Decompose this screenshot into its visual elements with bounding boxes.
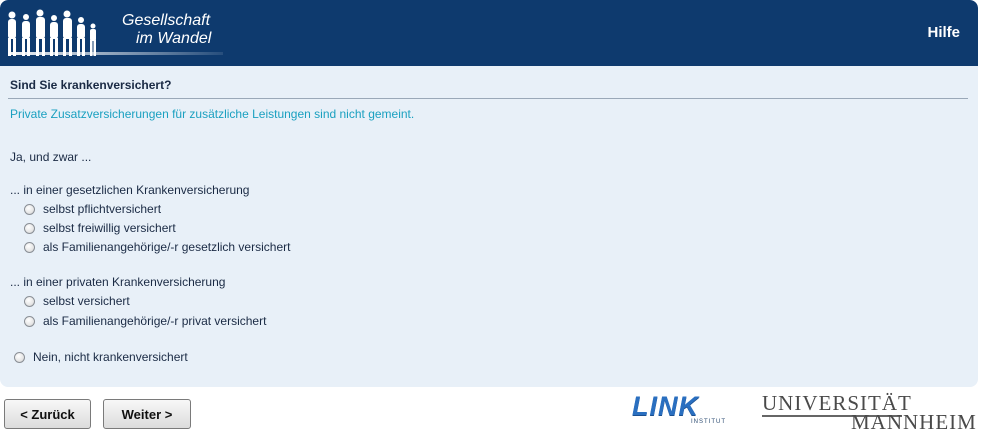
radio-option-public-mandatory[interactable]: selbst pflichtversichert [24, 202, 161, 216]
question-hint: Private Zusatzversicherungen für zusätzl… [10, 107, 415, 121]
university-mannheim-logo: UNIVERSITÄT MANNHEIM [762, 392, 976, 433]
header-bar: Gesellschaft im Wandel Hilfe [0, 0, 978, 66]
logo-line-2: im Wandel [136, 30, 212, 47]
radio-option-label: selbst freiwillig versichert [43, 221, 176, 235]
radio-option-private-self[interactable]: selbst versichert [24, 294, 130, 308]
logo-line-1: Gesellschaft [122, 12, 211, 29]
radio-option-label: selbst pflichtversichert [43, 202, 162, 216]
link-institut-logo: LINK INSTITUT [632, 391, 726, 426]
radio-button[interactable] [24, 203, 35, 215]
radio-option-private-family[interactable]: als Familienangehörige/-r privat versich… [24, 314, 266, 328]
logo-underline [8, 52, 223, 55]
next-button[interactable]: Weiter > [103, 399, 191, 429]
survey-frame: Gesellschaft im Wandel Hilfe Sind Sie kr… [0, 0, 978, 387]
yes-intro-label: Ja, und zwar ... [10, 150, 92, 164]
back-button[interactable]: < Zurück [4, 399, 91, 429]
radio-button[interactable] [14, 351, 25, 363]
question-divider [8, 98, 968, 99]
radio-option-not-insured[interactable]: Nein, nicht krankenversichert [14, 350, 188, 364]
radio-option-label: als Familienangehörige/-r gesetzlich ver… [43, 240, 291, 254]
logo-wordmark: Gesellschaft im Wandel [122, 12, 211, 48]
help-link[interactable]: Hilfe [927, 24, 960, 41]
public-insurance-group-label: ... in einer gesetzlichen Krankenversich… [10, 183, 250, 197]
question-title: Sind Sie krankenversichert? [10, 78, 172, 92]
uni-logo-line-2: MANNHEIM [851, 410, 977, 434]
radio-button[interactable] [24, 315, 35, 327]
radio-option-label: als Familienangehörige/-r privat versich… [43, 314, 267, 328]
radio-option-label: Nein, nicht krankenversichert [33, 350, 188, 364]
radio-option-public-voluntary[interactable]: selbst freiwillig versichert [24, 221, 176, 235]
radio-button[interactable] [24, 295, 35, 307]
radio-option-public-family[interactable]: als Familienangehörige/-r gesetzlich ver… [24, 240, 290, 254]
private-insurance-group-label: ... in einer privaten Krankenversicherun… [10, 275, 226, 289]
radio-option-label: selbst versichert [43, 294, 130, 308]
link-logo-text: LINK [632, 391, 699, 421]
radio-button[interactable] [24, 241, 35, 253]
radio-button[interactable] [24, 222, 35, 234]
